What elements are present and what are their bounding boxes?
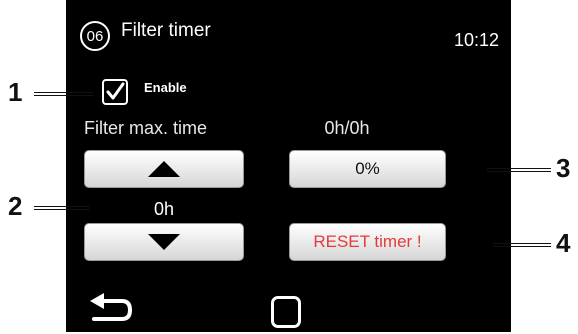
page-number: 06 [86,27,104,45]
callout-number-1: 1 [8,77,23,107]
callout-line-4 [493,243,551,247]
enable-checkbox[interactable] [102,79,128,105]
reset-timer-label: RESET timer ! [313,232,422,251]
reset-timer-button[interactable]: RESET timer ! [289,223,446,261]
increase-button[interactable] [84,150,244,188]
usage-progress: 0% [289,150,446,188]
clock: 10:12 [453,30,499,50]
filter-max-time-value: 0h [153,199,175,219]
usage-ratio: 0h/0h [324,118,370,138]
checkmark-icon [106,82,125,100]
callout-line-2 [34,206,90,210]
filter-max-time-label: Filter max. time [84,118,208,138]
enable-label: Enable [144,80,187,95]
decrease-button[interactable] [84,223,244,261]
usage-percent: 0% [355,159,380,178]
back-arrow-icon[interactable] [88,293,133,334]
callout-line-1 [34,92,94,96]
callout-number-2: 2 [8,191,23,221]
callout-number-3: 3 [556,153,571,183]
device-screen: 06 Filter timer 10:12 Enable Filter max.… [66,0,511,332]
triangle-up-icon [148,161,180,177]
screen-title: Filter timer [121,20,211,41]
callout-number-4: 4 [556,228,571,258]
back-arrow-glyph [90,293,133,321]
callout-line-3 [487,168,551,172]
page-number-badge: 06 [80,21,110,51]
triangle-down-icon [148,234,180,250]
home-square-icon[interactable] [271,296,301,328]
